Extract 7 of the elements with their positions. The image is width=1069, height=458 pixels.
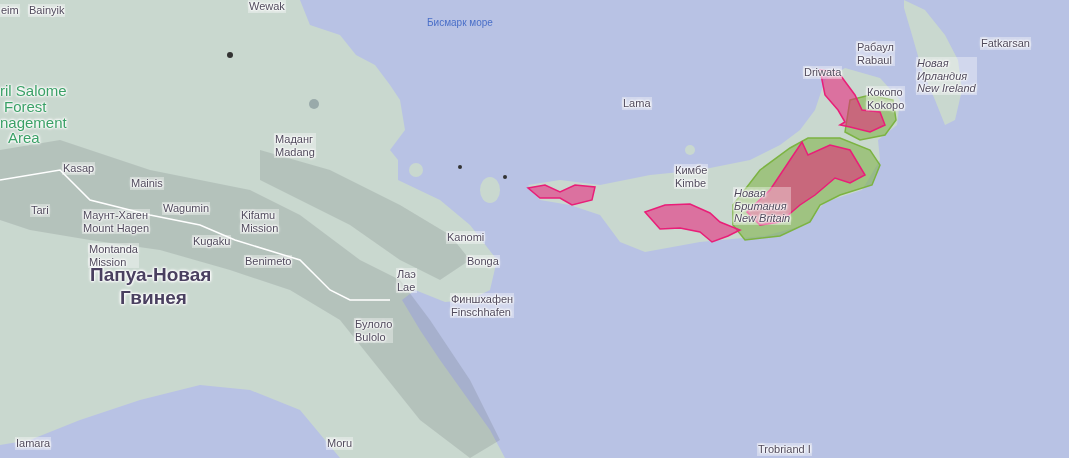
area-label: Forest [4,98,48,115]
area-label: ril Salome [0,83,67,99]
sea-label: Бисмарк море [427,17,493,29]
area-label: nagement [0,114,67,131]
country-label: Гвинея [120,286,188,310]
area-label: Area [8,130,40,146]
place-label: Кокопо [866,86,906,99]
